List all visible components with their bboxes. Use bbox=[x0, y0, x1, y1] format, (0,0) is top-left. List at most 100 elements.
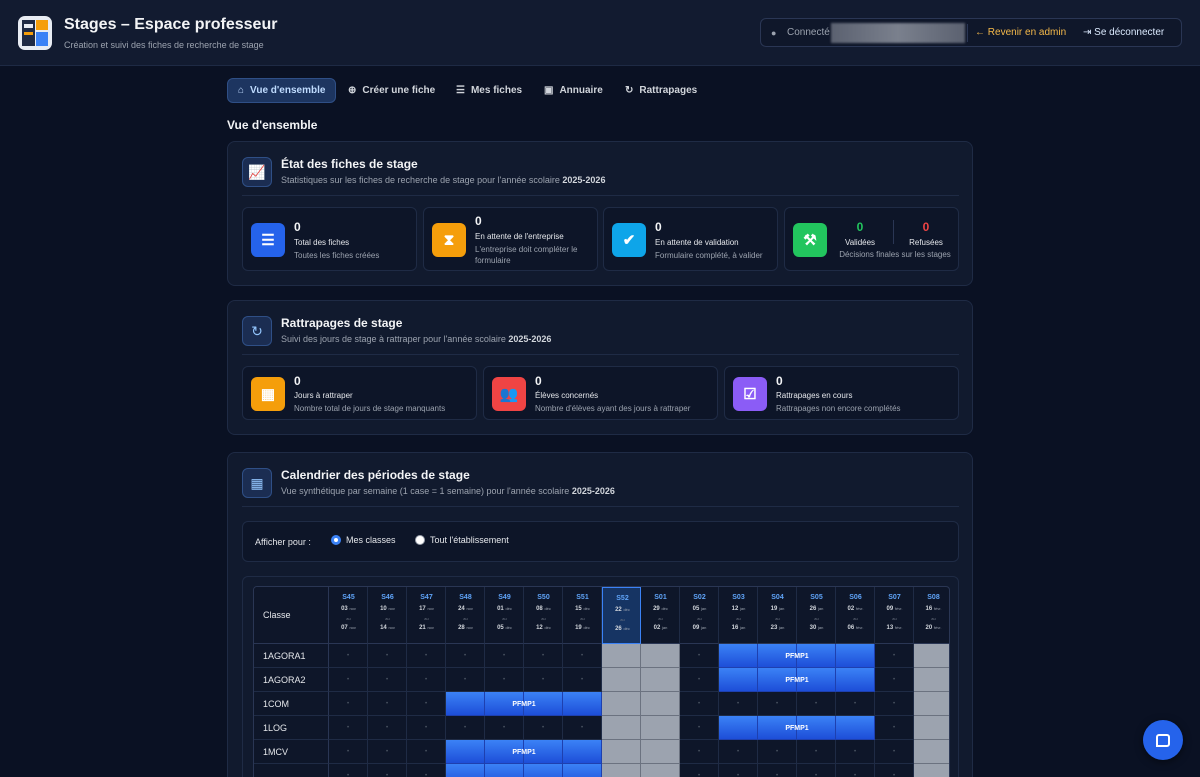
radio-etablissement[interactable]: Tout l'établissement bbox=[415, 535, 509, 545]
week-cell[interactable]: • bbox=[485, 644, 524, 668]
week-cell[interactable]: • bbox=[602, 692, 641, 716]
week-cell[interactable]: • bbox=[797, 692, 836, 716]
week-cell[interactable]: • bbox=[368, 740, 407, 764]
week-cell[interactable]: • bbox=[329, 692, 368, 716]
pfmp-cell[interactable]: • bbox=[485, 764, 524, 777]
week-label: S03 bbox=[732, 594, 745, 601]
week-cell[interactable]: • bbox=[758, 740, 797, 764]
week-label: S49 bbox=[498, 594, 511, 601]
app-logo[interactable] bbox=[18, 16, 52, 50]
week-cell[interactable]: • bbox=[641, 668, 680, 692]
week-cell[interactable]: • bbox=[407, 764, 446, 777]
week-cell[interactable]: • bbox=[797, 740, 836, 764]
week-cell[interactable]: • bbox=[680, 692, 719, 716]
tab-directory[interactable]: ▣ Annuaire bbox=[534, 78, 613, 103]
week-cell[interactable]: • bbox=[875, 644, 914, 668]
back-to-admin-link[interactable]: ← Revenir en admin bbox=[975, 27, 1066, 38]
week-cell[interactable]: • bbox=[641, 692, 680, 716]
week-cell[interactable]: • bbox=[680, 764, 719, 777]
week-cell[interactable]: • bbox=[641, 740, 680, 764]
divider bbox=[893, 220, 894, 244]
gavel-icon: ⚒ bbox=[793, 223, 827, 257]
week-header-s47: S47 17 nov au 21 nov bbox=[407, 587, 446, 644]
week-cell[interactable]: • bbox=[836, 740, 875, 764]
week-cell[interactable]: • bbox=[836, 764, 875, 777]
radio-mes-classes[interactable]: Mes classes bbox=[331, 535, 396, 545]
week-cell[interactable]: • bbox=[914, 668, 949, 692]
week-cell[interactable]: • bbox=[641, 764, 680, 777]
week-cell[interactable]: • bbox=[914, 716, 949, 740]
pfmp-cell[interactable]: • bbox=[446, 764, 485, 777]
week-cell[interactable]: • bbox=[329, 740, 368, 764]
week-cell[interactable]: • bbox=[914, 644, 949, 668]
week-cell[interactable]: • bbox=[446, 668, 485, 692]
stat-desc: Formulaire complété, à valider bbox=[655, 251, 763, 260]
week-cell[interactable]: • bbox=[407, 716, 446, 740]
week-cell[interactable]: • bbox=[680, 716, 719, 740]
week-cell[interactable]: • bbox=[485, 668, 524, 692]
week-cell[interactable]: • bbox=[641, 644, 680, 668]
tab-create-fiche[interactable]: ⊕ Créer une fiche bbox=[338, 78, 445, 103]
week-cell[interactable]: • bbox=[719, 692, 758, 716]
radio-dot[interactable] bbox=[415, 535, 425, 545]
week-cell[interactable]: • bbox=[524, 644, 563, 668]
week-cell[interactable]: • bbox=[329, 644, 368, 668]
pfmp-cell[interactable]: • bbox=[524, 764, 563, 777]
week-cell[interactable]: • bbox=[329, 668, 368, 692]
week-cell[interactable]: • bbox=[719, 740, 758, 764]
week-cell[interactable]: • bbox=[758, 764, 797, 777]
week-cell[interactable]: • bbox=[563, 716, 602, 740]
week-cell[interactable]: • bbox=[602, 740, 641, 764]
week-cell[interactable]: • bbox=[485, 716, 524, 740]
week-cell[interactable]: • bbox=[602, 716, 641, 740]
week-cell[interactable]: • bbox=[368, 668, 407, 692]
week-cell[interactable]: • bbox=[368, 644, 407, 668]
week-cell[interactable]: • bbox=[563, 644, 602, 668]
week-cell[interactable]: • bbox=[680, 668, 719, 692]
week-cell[interactable]: • bbox=[641, 716, 680, 740]
week-cell[interactable]: • bbox=[368, 716, 407, 740]
app-subtitle: Création et suivi des fiches de recherch… bbox=[64, 40, 264, 50]
week-cell[interactable]: • bbox=[407, 644, 446, 668]
week-cell[interactable]: • bbox=[914, 692, 949, 716]
week-cell[interactable]: • bbox=[914, 740, 949, 764]
week-header-s01: S01 29 déc au 02 jan bbox=[641, 587, 680, 644]
tab-my-fiches[interactable]: ☰ Mes fiches bbox=[446, 78, 532, 103]
week-cell[interactable]: • bbox=[875, 692, 914, 716]
week-cell[interactable]: • bbox=[524, 668, 563, 692]
week-cell[interactable]: • bbox=[368, 764, 407, 777]
week-cell[interactable]: • bbox=[524, 716, 563, 740]
tab-rattrapages[interactable]: ↻ Rattrapages bbox=[615, 78, 707, 103]
week-au: au bbox=[697, 616, 702, 621]
week-cell[interactable]: • bbox=[680, 644, 719, 668]
logout-link[interactable]: ⇥ Se déconnecter bbox=[1083, 27, 1164, 38]
week-cell[interactable]: • bbox=[407, 668, 446, 692]
week-cell[interactable]: • bbox=[875, 740, 914, 764]
week-cell[interactable]: • bbox=[602, 764, 641, 777]
week-cell[interactable]: • bbox=[836, 692, 875, 716]
week-cell[interactable]: • bbox=[758, 692, 797, 716]
pfmp-cell[interactable]: • bbox=[563, 764, 602, 777]
week-cell[interactable]: • bbox=[329, 716, 368, 740]
week-cell[interactable]: • bbox=[602, 644, 641, 668]
week-cell[interactable]: • bbox=[407, 740, 446, 764]
week-cell[interactable]: • bbox=[563, 668, 602, 692]
week-header-s45: S45 03 nov au 07 nov bbox=[329, 587, 368, 644]
chat-button[interactable] bbox=[1143, 720, 1183, 760]
week-cell[interactable]: • bbox=[719, 764, 758, 777]
week-cell[interactable]: • bbox=[875, 716, 914, 740]
week-cell[interactable]: • bbox=[329, 764, 368, 777]
calendar-scroll[interactable]: Classe S45 03 nov au 07 nov S46 10 nov au 14 no… bbox=[242, 576, 959, 777]
week-cell[interactable]: • bbox=[680, 740, 719, 764]
week-cell[interactable]: • bbox=[446, 644, 485, 668]
week-cell[interactable]: • bbox=[407, 692, 446, 716]
week-cell[interactable]: • bbox=[875, 764, 914, 777]
week-cell[interactable]: • bbox=[797, 764, 836, 777]
week-cell[interactable]: • bbox=[368, 692, 407, 716]
week-cell[interactable]: • bbox=[875, 668, 914, 692]
tab-overview[interactable]: ⌂ Vue d'ensemble bbox=[227, 78, 337, 103]
week-cell[interactable]: • bbox=[914, 764, 949, 777]
radio-dot[interactable] bbox=[331, 535, 341, 545]
week-cell[interactable]: • bbox=[446, 716, 485, 740]
week-cell[interactable]: • bbox=[602, 668, 641, 692]
